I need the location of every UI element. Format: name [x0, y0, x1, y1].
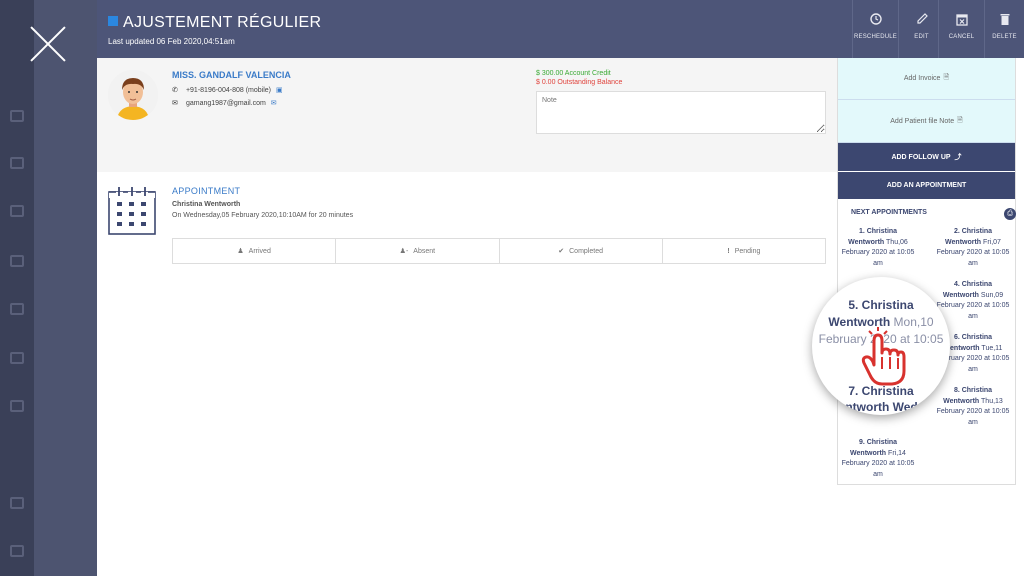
delete-label: DELETE [992, 34, 1017, 40]
add-follow-up-label: ADD FOLLOW UP [891, 153, 951, 161]
add-note-label: Add Patient file Note [890, 117, 955, 125]
patient-email: ✉ gamang1987@gmail.com ✉ [172, 99, 277, 107]
background-sidebar [0, 0, 34, 576]
patient-avatar [108, 70, 158, 120]
patient-info: MISS. GANDALF VALENCIA ✆ +91-8196-004-80… [97, 58, 837, 172]
add-invoice-button[interactable]: Add Invoice 🗎 [838, 58, 1015, 100]
actions-sidebar: Add Invoice 🗎 Add Patient file Note 🗎 AD… [837, 58, 1016, 485]
patient-name[interactable]: MISS. GANDALF VALENCIA [172, 70, 291, 80]
appointment-practitioner: Christina Wentworth [172, 201, 241, 208]
trash-icon [998, 12, 1012, 26]
document-icon: 🗎 [943, 74, 950, 81]
add-invoice-label: Add Invoice [903, 75, 941, 82]
document-icon: 🗎 [957, 116, 963, 124]
pending-label: Pending [734, 247, 761, 255]
title-color-marker [108, 16, 118, 26]
arrow-turn-icon: ⤴ [954, 154, 962, 161]
exclamation-icon: ! [727, 247, 730, 255]
magnifier-overlay: 5. Christina Wentworth Mon,10 February 2… [812, 277, 950, 415]
background-icon [10, 110, 24, 122]
add-patient-note-button[interactable]: Add Patient file Note 🗎 [838, 100, 1015, 143]
calendar-x-icon [955, 12, 969, 26]
next-appointment-item[interactable]: 9. Christina Wentworth Fri,14 February 2… [838, 438, 918, 480]
panel-header: AJUSTEMENT RÉGULIER Last updated 06 Feb … [97, 0, 1024, 58]
account-credit: $ 300.00 Account Credit [536, 70, 611, 77]
background-icon [10, 157, 24, 169]
add-follow-up-button[interactable]: ADD FOLLOW UP ⤴ [838, 143, 1015, 171]
background-icon [10, 497, 24, 509]
email-address: gamang1987@gmail.com [185, 100, 266, 107]
background-icon [10, 205, 24, 217]
pointer-hand-icon [860, 327, 906, 392]
page-title: AJUSTEMENT RÉGULIER [123, 14, 322, 31]
calendar-icon [108, 186, 156, 235]
next-appointment-item[interactable]: 1. Christina Wentworth Thu,06 February 2… [838, 227, 918, 269]
status-bar: ♟ Arrived ♟- Absent ✔ Completed ! Pendin… [172, 238, 826, 264]
arrived-label: Arrived [248, 247, 271, 255]
delete-button[interactable]: DELETE [984, 0, 1024, 58]
reschedule-label: RESCHEDULE [853, 34, 897, 40]
pending-button[interactable]: ! Pending [663, 239, 825, 263]
background-icon [10, 255, 24, 267]
print-icon[interactable]: ⎙ [1004, 208, 1016, 220]
person-minus-icon: ♟- [399, 248, 409, 255]
arrived-button[interactable]: ♟ Arrived [173, 239, 337, 263]
completed-label: Completed [569, 247, 603, 255]
pencil-icon [915, 12, 929, 26]
cancel-label: CANCEL [948, 34, 975, 40]
add-appointment-button[interactable]: ADD AN APPOINTMENT [838, 172, 1015, 199]
add-appointment-label: ADD AN APPOINTMENT [886, 182, 967, 189]
person-icon: ♟ [237, 248, 244, 255]
chat-icon[interactable]: ▣ [276, 87, 283, 94]
background-icon [10, 400, 24, 412]
appointment-heading: APPOINTMENT [172, 186, 241, 196]
background-icon [10, 303, 24, 315]
send-mail-icon[interactable]: ✉ [271, 100, 277, 107]
note-input[interactable] [536, 91, 826, 134]
absent-label: Absent [413, 247, 436, 255]
absent-button[interactable]: ♟- Absent [336, 239, 500, 263]
outstanding-balance: $ 0.00 Outstanding Balance [536, 79, 623, 86]
next-appointment-item[interactable]: 2. Christina Wentworth Fri,07 February 2… [933, 227, 1013, 269]
phone-icon: ✆ [172, 87, 178, 94]
next-appointments-heading: NEXT APPOINTMENTS [851, 209, 927, 216]
last-updated: Last updated 06 Feb 2020,04:51am [108, 37, 235, 46]
appointment-datetime: On Wednesday,05 February 2020,10:10AM fo… [172, 212, 354, 219]
background-icon [10, 352, 24, 364]
reschedule-icon [869, 12, 883, 26]
close-icon[interactable] [30, 24, 66, 64]
phone-number: +91-8196-004-808 (mobile) [185, 87, 271, 94]
check-icon: ✔ [558, 248, 565, 255]
reschedule-button[interactable]: RESCHEDULE [852, 0, 898, 58]
envelope-icon: ✉ [172, 100, 178, 107]
completed-button[interactable]: ✔ Completed [500, 239, 663, 263]
background-icon [10, 545, 24, 557]
cancel-button[interactable]: CANCEL [938, 0, 984, 58]
patient-phone: ✆ +91-8196-004-808 (mobile) ▣ [172, 86, 283, 94]
